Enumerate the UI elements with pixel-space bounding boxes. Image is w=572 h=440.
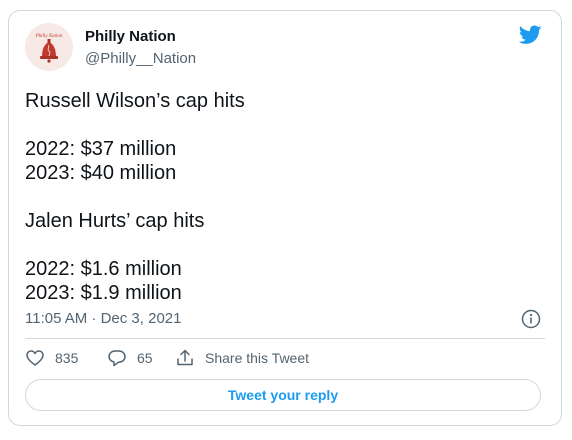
- tweet-line: Russell Wilson’s cap hits: [25, 90, 245, 112]
- tweet-line: 2022: $1.6 million: [25, 258, 182, 280]
- comment-icon: [108, 350, 126, 367]
- divider: [25, 338, 545, 339]
- twitter-bird-icon[interactable]: [519, 25, 542, 45]
- liberty-bell-logo-icon: Philly Nation: [35, 34, 63, 63]
- reply-count: 65: [137, 350, 153, 366]
- tweet-line: 2023: $40 million: [25, 162, 177, 184]
- tweet-line: 2022: $37 million: [25, 138, 177, 160]
- tweet-text: Russell Wilson’s cap hits 2022: $37 mill…: [25, 89, 545, 305]
- tweet-line: Jalen Hurts’ cap hits: [25, 210, 205, 232]
- tweet-card: Philly Nation Philly Nation @Philly__Nat…: [8, 10, 562, 426]
- account-name[interactable]: Philly Nation: [85, 27, 176, 47]
- like-button[interactable]: 835: [25, 348, 78, 368]
- share-label: Share this Tweet: [205, 350, 310, 366]
- like-count: 835: [55, 350, 79, 366]
- share-icon: [177, 349, 193, 366]
- heart-icon: [26, 350, 44, 366]
- tweet-timestamp[interactable]: 11:05 AM · Dec 3, 2021: [25, 309, 181, 329]
- account-handle[interactable]: @Philly__Nation: [85, 49, 196, 69]
- info-icon[interactable]: [521, 309, 541, 329]
- avatar[interactable]: Philly Nation: [25, 23, 73, 71]
- avatar-logo-text: Philly Nation: [35, 34, 63, 39]
- share-button[interactable]: Share this Tweet: [175, 348, 309, 368]
- tweet-line: 2023: $1.9 million: [25, 282, 182, 304]
- tweet-your-reply-button[interactable]: Tweet your reply: [25, 379, 541, 411]
- reply-action[interactable]: 65: [107, 348, 153, 368]
